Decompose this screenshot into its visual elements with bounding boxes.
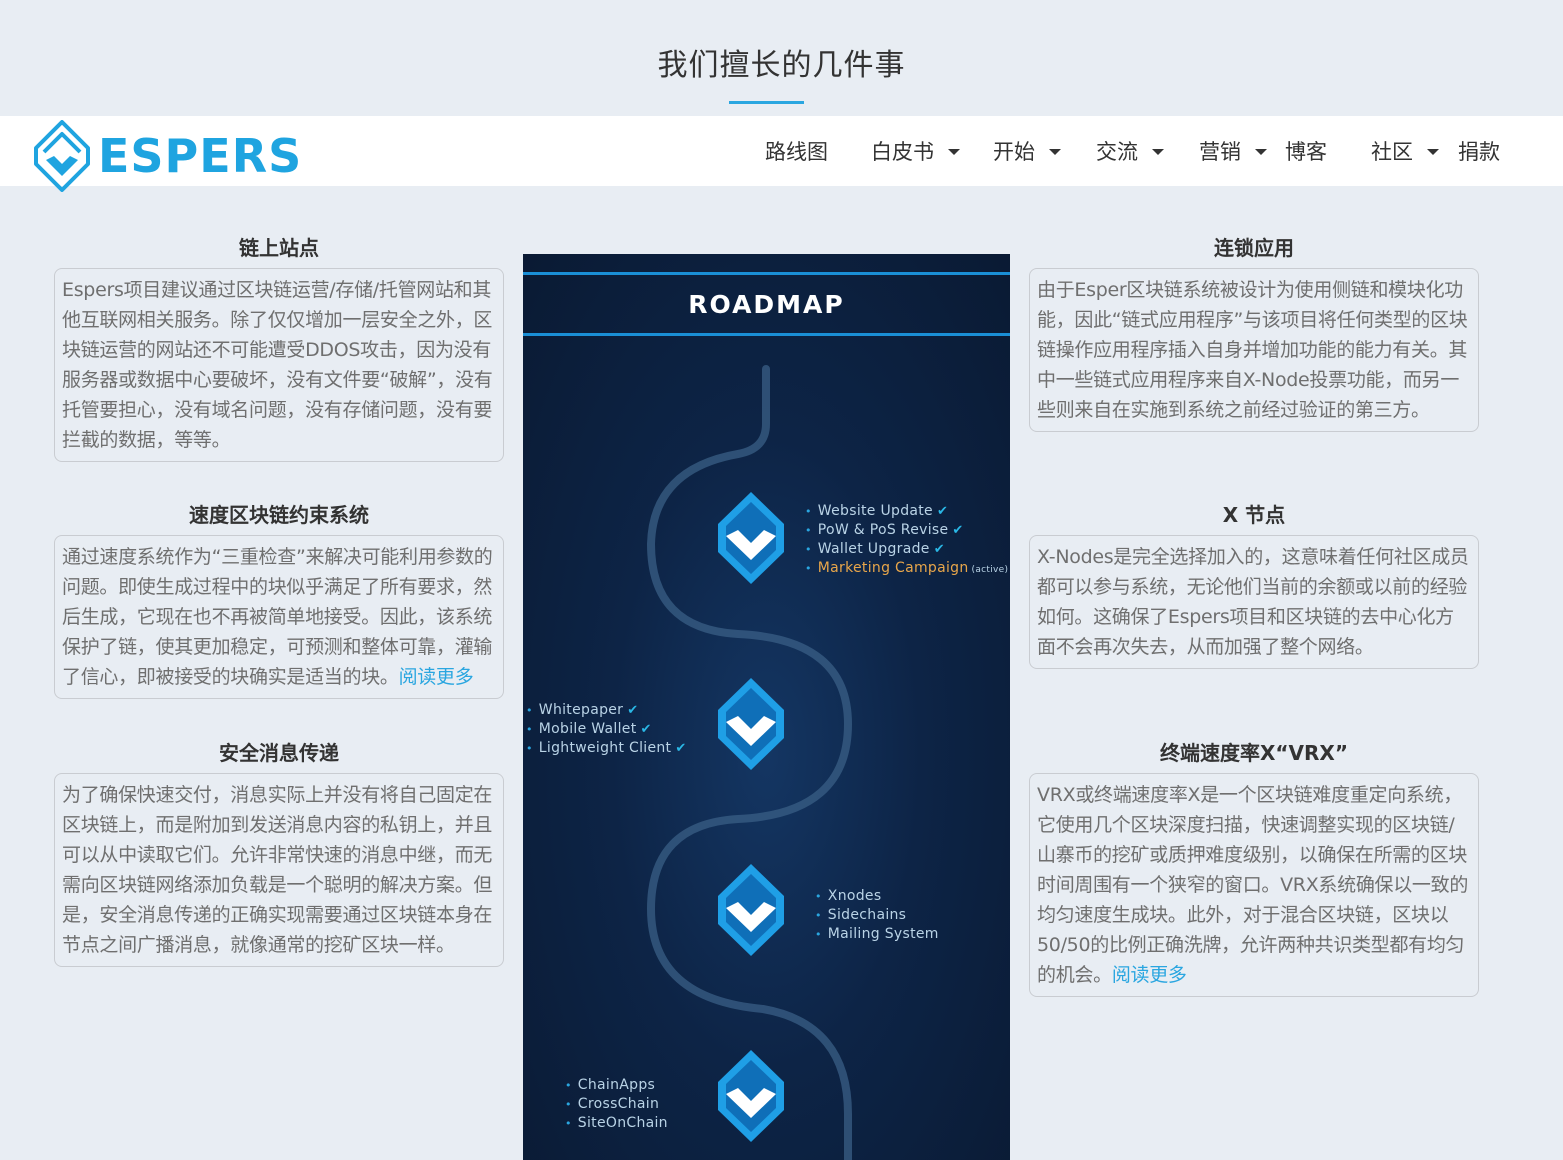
milestone-item: Mailing System: [815, 925, 939, 944]
milestone-2-list: Whitepaper✔ Mobile Wallet✔ Lightweight C…: [526, 701, 687, 758]
nav-label: 路线图: [765, 140, 828, 164]
milestone-item: SiteOnChain: [565, 1114, 668, 1133]
nav-item-roadmap[interactable]: 路线图: [765, 136, 828, 166]
milestone-text: PoW & PoS Revise: [817, 522, 949, 538]
feature-title: X 节点: [1222, 503, 1286, 527]
milestone-item: CrossChain: [565, 1095, 668, 1114]
roadmap-node-icon: [718, 1050, 784, 1142]
nav-item-donate[interactable]: 捐款: [1458, 136, 1500, 166]
check-icon: ✔: [640, 722, 652, 737]
milestone-item: Sidechains: [815, 906, 939, 925]
milestone-item: Xnodes: [815, 887, 939, 906]
milestone-item: Whitepaper✔: [526, 701, 687, 720]
milestone-text: Website Update: [817, 503, 933, 519]
caret-down-icon: [948, 149, 960, 155]
milestone-text: Wallet Upgrade: [817, 541, 930, 557]
feature-body: 由于Esper区块链系统被设计为使用侧链和模块化功能，因此“链式应用程序”与该项…: [1037, 279, 1468, 421]
feature-title: 连锁应用: [1214, 236, 1294, 260]
nav-label: 博客: [1285, 140, 1327, 164]
milestone-item: Lightweight Client✔: [526, 739, 687, 758]
milestone-item: Mobile Wallet✔: [526, 720, 687, 739]
check-icon: ✔: [936, 504, 949, 519]
milestone-4-list: ChainApps CrossChain SiteOnChain: [565, 1076, 668, 1133]
nav-item-whitepaper[interactable]: 白皮书: [871, 136, 960, 166]
milestone-text: Lightweight Client: [538, 740, 672, 756]
read-more-link[interactable]: 阅读更多: [399, 666, 474, 688]
milestone-text: SiteOnChain: [577, 1115, 668, 1131]
milestone-text: ChainApps: [577, 1077, 656, 1093]
read-more-link[interactable]: 阅读更多: [1112, 964, 1187, 986]
feature-title: 链上站点: [239, 236, 319, 260]
milestone-note: (active): [971, 565, 1009, 575]
feature-vrx: 终端速度率X“VRX” VRX或终端速度率X是一个区块链难度重定向系统，它使用几…: [1029, 737, 1479, 997]
roadmap-node-icon: [718, 492, 784, 584]
feature-description: 由于Esper区块链系统被设计为使用侧链和模块化功能，因此“链式应用程序”与该项…: [1029, 268, 1479, 432]
feature-body: VRX或终端速度率X是一个区块链难度重定向系统，它使用几个区块深度扫描，快速调整…: [1037, 784, 1469, 986]
milestone-item: Wallet Upgrade✔: [805, 540, 1008, 559]
feature-body: X-Nodes是完全选择加入的，这意味着任何社区成员都可以参与系统，无论他们当前…: [1037, 546, 1469, 658]
milestone-item: PoW & PoS Revise✔: [805, 521, 1008, 540]
feature-title: 安全消息传递: [219, 741, 339, 765]
roadmap-node-icon: [718, 864, 784, 956]
milestone-text: Xnodes: [827, 888, 882, 904]
feature-description: 为了确保快速交付，消息实际上并没有将自己固定在区块链上，而是附加到发送消息内容的…: [54, 773, 504, 967]
caret-down-icon: [1255, 149, 1267, 155]
feature-description: 通过速度系统作为“三重检查”来解决可能利用参数的问题。即使生成过程中的块似乎满足…: [54, 535, 504, 699]
milestone-item: ChainApps: [565, 1076, 668, 1095]
milestone-text: Whitepaper: [538, 702, 624, 718]
roadmap-graphic: ROADMAP Website Update✔ PoW & PoS Revise…: [523, 254, 1010, 1160]
feature-description: Espers项目建议通过区块链运营/存储/托管网站和其他互联网相关服务。除了仅仅…: [54, 268, 504, 462]
title-underline: [729, 101, 804, 104]
nav-label: 交流: [1096, 140, 1138, 164]
feature-body: Espers项目建议通过区块链运营/存储/托管网站和其他互联网相关服务。除了仅仅…: [62, 279, 493, 451]
milestone-1-list: Website Update✔ PoW & PoS Revise✔ Wallet…: [805, 502, 1008, 580]
milestone-text: Mailing System: [827, 926, 939, 942]
feature-chain-apps: 连锁应用 由于Esper区块链系统被设计为使用侧链和模块化功能，因此“链式应用程…: [1029, 232, 1479, 432]
milestone-text: Mobile Wallet: [538, 721, 637, 737]
feature-description: X-Nodes是完全选择加入的，这意味着任何社区成员都可以参与系统，无论他们当前…: [1029, 535, 1479, 669]
nav-label: 社区: [1371, 140, 1413, 164]
check-icon: ✔: [675, 741, 687, 756]
nav-item-communication[interactable]: 交流: [1096, 136, 1164, 166]
nav-item-community[interactable]: 社区: [1371, 136, 1439, 166]
section-title: 我们擅长的几件事: [657, 48, 906, 83]
nav-item-marketing[interactable]: 营销: [1199, 136, 1267, 166]
feature-title: 速度区块链约束系统: [189, 503, 369, 527]
milestone-item: Website Update✔: [805, 502, 1008, 521]
milestone-text: CrossChain: [577, 1096, 660, 1112]
nav-label: 营销: [1199, 140, 1241, 164]
check-icon: ✔: [952, 523, 964, 538]
nav-item-start[interactable]: 开始: [993, 136, 1061, 166]
milestone-item: Marketing Campaign(active): [805, 559, 1008, 580]
nav-label: 捐款: [1458, 140, 1500, 164]
roadmap-title: ROADMAP: [688, 290, 845, 319]
feature-secure-messaging: 安全消息传递 为了确保快速交付，消息实际上并没有将自己固定在区块链上，而是附加到…: [54, 737, 504, 967]
milestone-3-list: Xnodes Sidechains Mailing System: [815, 887, 939, 944]
nav-label: 白皮书: [871, 140, 934, 164]
feature-body: 为了确保快速交付，消息实际上并没有将自己固定在区块链上，而是附加到发送消息内容的…: [62, 784, 493, 956]
check-icon: ✔: [933, 542, 945, 557]
feature-x-nodes: X 节点 X-Nodes是完全选择加入的，这意味着任何社区成员都可以参与系统，无…: [1029, 499, 1479, 669]
feature-title: 终端速度率X“VRX”: [1159, 741, 1348, 765]
milestone-text: Marketing Campaign: [817, 560, 969, 576]
caret-down-icon: [1427, 149, 1439, 155]
caret-down-icon: [1152, 149, 1164, 155]
roadmap-node-icon: [718, 678, 784, 770]
milestone-text: Sidechains: [827, 907, 907, 923]
nav-label: 开始: [993, 140, 1035, 164]
check-icon: ✔: [627, 703, 639, 718]
nav-menu: 路线图 白皮书 开始 交流 营销 博客 社区 捐款: [0, 116, 1563, 186]
feature-description: VRX或终端速度率X是一个区块链难度重定向系统，它使用几个区块深度扫描，快速调整…: [1029, 773, 1479, 997]
caret-down-icon: [1049, 149, 1061, 155]
navbar: ESPERS 路线图 白皮书 开始 交流 营销 博客 社区 捐款: [0, 116, 1563, 192]
feature-velocity-constraint: 速度区块链约束系统 通过速度系统作为“三重检查”来解决可能利用参数的问题。即使生…: [54, 499, 504, 699]
nav-item-blog[interactable]: 博客: [1285, 136, 1327, 166]
feature-onchain-sites: 链上站点 Espers项目建议通过区块链运营/存储/托管网站和其他互联网相关服务…: [54, 232, 504, 462]
